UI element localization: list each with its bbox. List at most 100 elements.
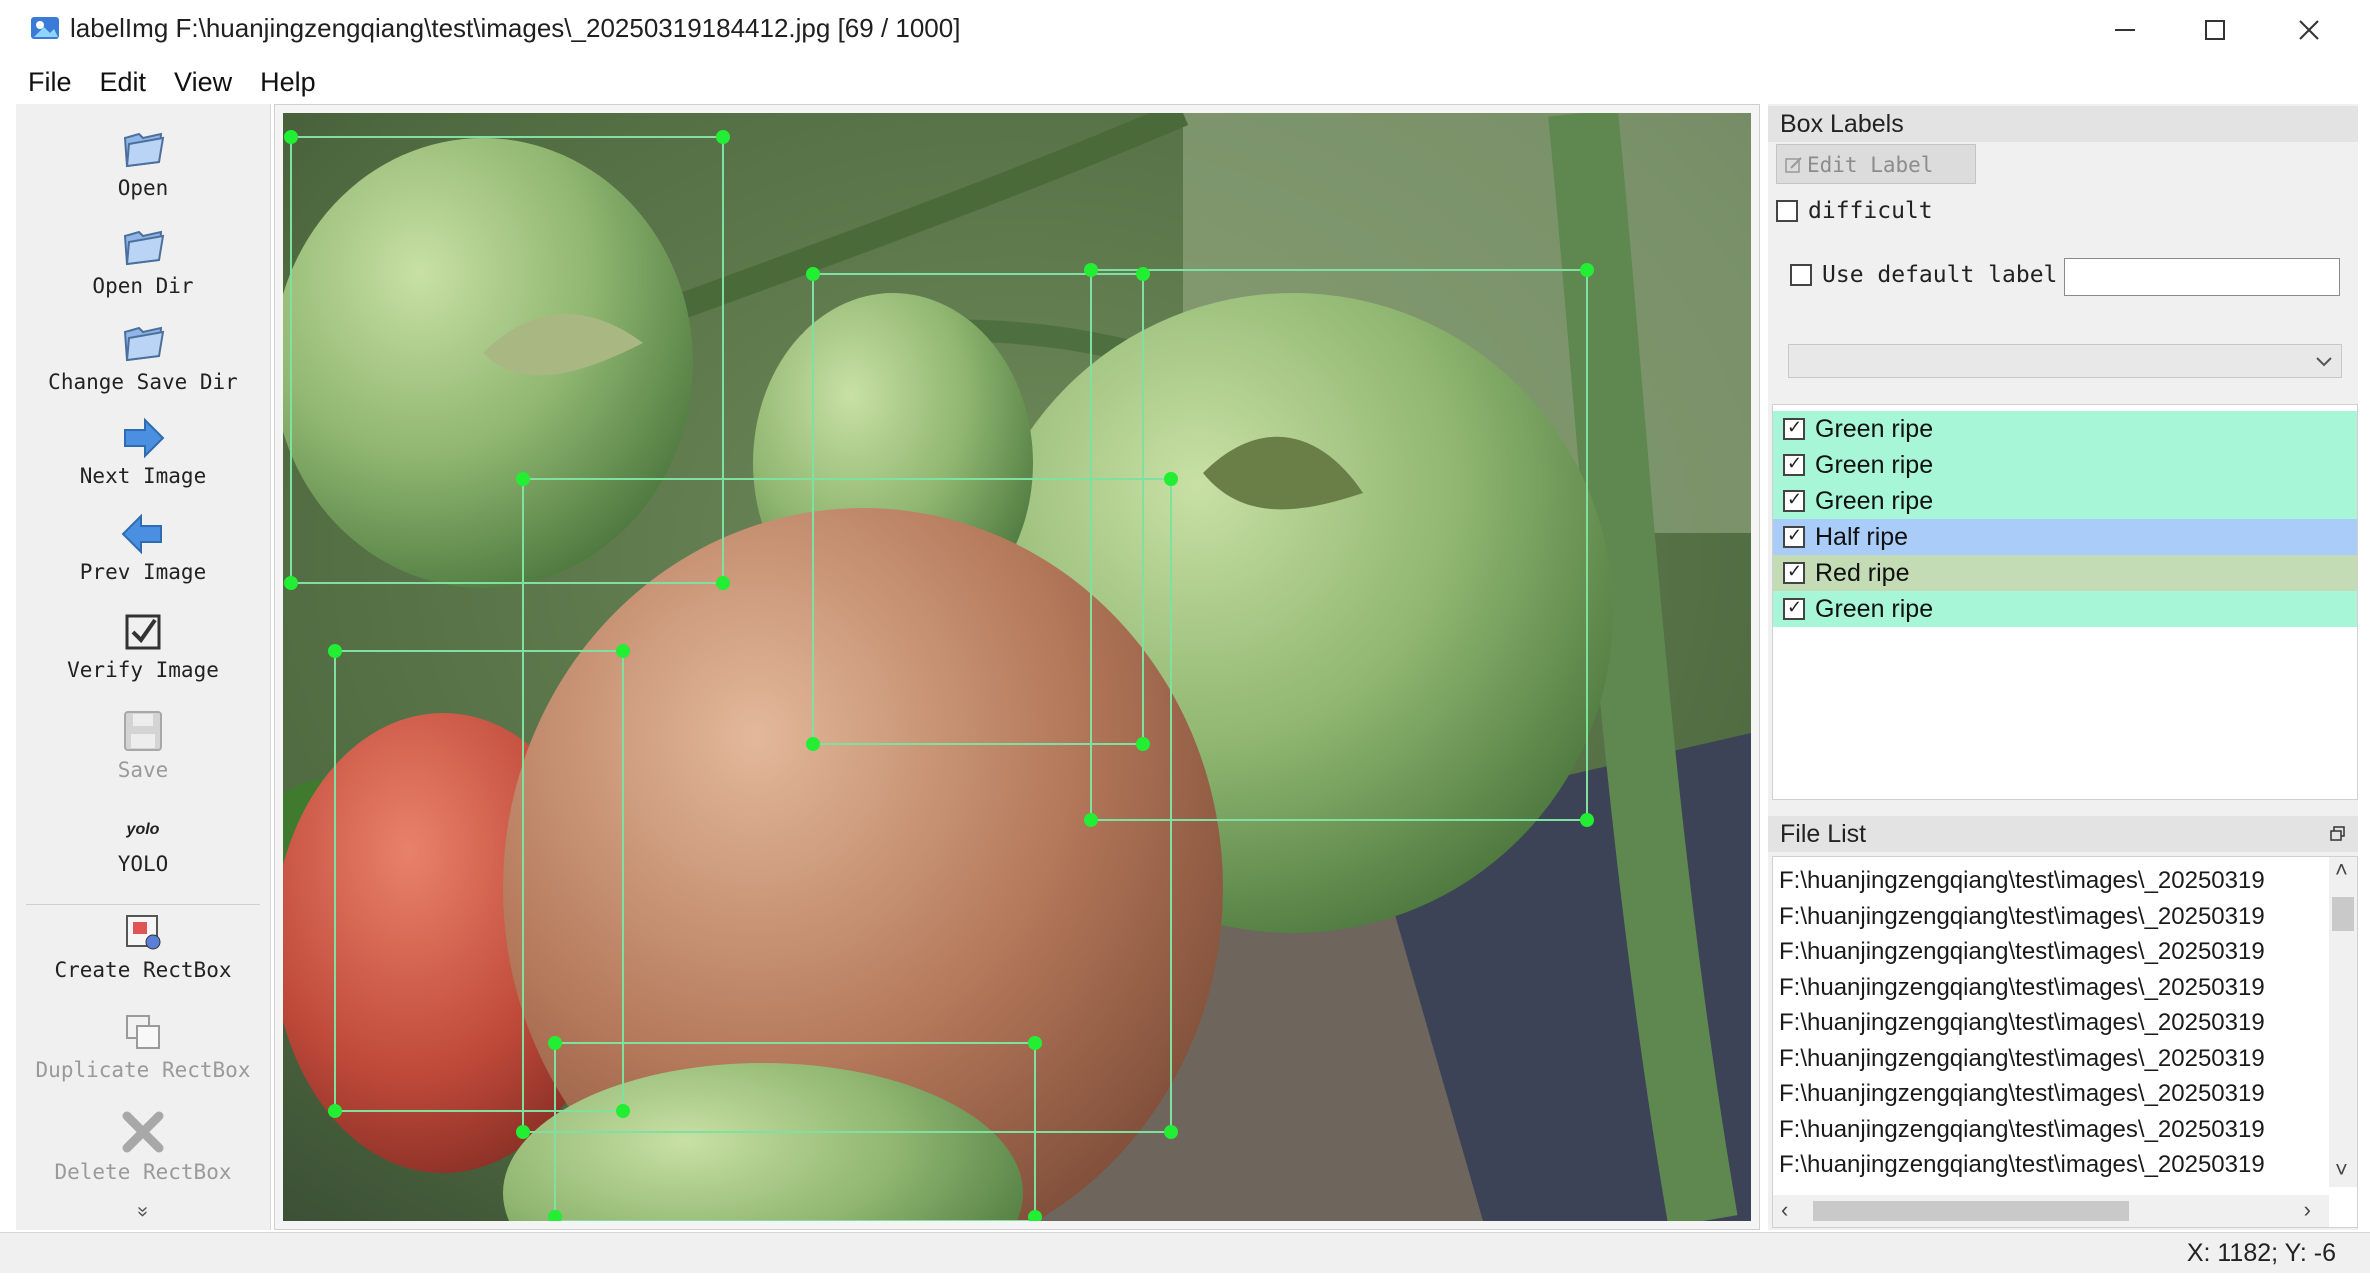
folder-icon [123,132,165,168]
next-image-label: Next Image [79,464,207,488]
horizontal-scroll-thumb[interactable] [1813,1201,2129,1221]
change-save-dir-button[interactable]: Change Save Dir [16,318,270,394]
file-list-item[interactable]: F:\huanjingzengqiang\test\images\_202503… [1779,1151,2265,1179]
folder-icon [123,326,165,362]
prev-image-button[interactable]: Prev Image [16,512,270,584]
folder-icon [123,230,165,266]
check-icon: ✓ [1787,597,1803,617]
menu-edit[interactable]: Edit [100,67,147,98]
close-button[interactable] [2264,6,2354,54]
label-visibility-checkbox[interactable]: ✓ [1783,525,1805,548]
label-visibility-checkbox[interactable]: ✓ [1783,597,1805,620]
file-list-title: File List [1768,816,2358,852]
window-title: labelImg F:\huanjingzengqiang\test\image… [70,13,961,43]
prev-image-label: Prev Image [79,560,207,584]
yolo-label: YOLO [117,852,169,876]
verify-image-button[interactable]: Verify Image [16,610,270,682]
menu-help[interactable]: Help [260,67,316,98]
check-icon: ✓ [1787,453,1803,473]
duplicate-rectbox-button[interactable]: Duplicate RectBox [16,1010,270,1082]
duplicate-rectbox-label: Duplicate RectBox [35,1058,251,1082]
app-icon [31,17,59,39]
menu-file[interactable]: File [28,67,72,98]
file-list-item[interactable]: F:\huanjingzengqiang\test\images\_202503… [1779,1080,2265,1108]
open-dir-label: Open Dir [92,274,194,298]
tomato-photo [283,113,1751,1221]
title-bar: labelImg F:\huanjingzengqiang\test\image… [0,0,2370,60]
next-image-button[interactable]: Next Image [16,416,270,488]
label-list-item[interactable]: ✓ Red ripe [1773,555,2357,591]
vertical-scrollbar[interactable]: ˄ ˅ [2329,857,2357,1187]
delete-rectbox-button[interactable]: Delete RectBox [16,1108,270,1184]
chevron-down-icon [2316,357,2332,367]
delete-icon [122,1111,164,1153]
create-rectbox-button[interactable]: Create RectBox [16,910,270,982]
open-button[interactable]: Open [16,124,270,200]
chevron-right-icon[interactable]: › [2304,1197,2311,1223]
label-combo-box[interactable] [1788,344,2342,378]
difficult-label: difficult [1808,198,1933,224]
minimize-icon [2115,29,2135,31]
chevron-up-icon[interactable]: ˄ [2335,857,2348,883]
check-icon: ✓ [1787,525,1803,545]
vertical-scroll-thumb[interactable] [2332,897,2354,931]
create-rect-icon [126,915,161,950]
image-canvas[interactable] [274,104,1760,1230]
create-rectbox-label: Create RectBox [54,958,232,982]
label-list-item[interactable]: ✓ Green ripe [1773,411,2357,447]
yolo-format-button[interactable]: yolo YOLO [16,812,270,876]
file-list-item[interactable]: F:\huanjingzengqiang\test\images\_202503… [1779,867,2265,895]
label-visibility-checkbox[interactable]: ✓ [1783,417,1805,440]
right-dock: Box Labels Edit Label difficult Use defa… [1768,104,2358,1230]
label-list-item[interactable]: ✓ Green ripe [1773,591,2357,627]
delete-rectbox-label: Delete RectBox [54,1160,232,1184]
undock-icon[interactable] [2330,826,2346,842]
maximize-icon [2205,20,2225,40]
file-list-item[interactable]: F:\huanjingzengqiang\test\images\_202503… [1779,1009,2265,1037]
chevron-down-icon: » [132,1205,155,1218]
edit-label-button[interactable]: Edit Label [1776,144,1976,184]
difficult-checkbox[interactable] [1776,200,1798,222]
label-list-item-text: Green ripe [1815,595,1934,623]
label-list-item[interactable]: ✓ Half ripe [1773,519,2357,555]
file-list-item[interactable]: F:\huanjingzengqiang\test\images\_202503… [1779,1116,2265,1144]
horizontal-scrollbar[interactable]: ‹ › [1773,1195,2329,1227]
toolbar-more-button[interactable]: » [16,1200,270,1223]
label-visibility-checkbox[interactable]: ✓ [1783,561,1805,584]
label-list-item-text: Green ripe [1815,487,1934,515]
check-icon: ✓ [1787,417,1803,437]
menu-view[interactable]: View [174,67,232,98]
save-label: Save [117,758,169,782]
open-dir-button[interactable]: Open Dir [16,222,270,298]
box-labels-title: Box Labels [1768,106,2358,142]
label-list: ✓ Green ripe ✓ Green ripe ✓ Green ripe ✓ Half r… [1772,404,2358,800]
file-list-item[interactable]: F:\huanjingzengqiang\test\images\_202503… [1779,974,2265,1002]
status-bar: X: 1182; Y: -6 [0,1232,2370,1273]
use-default-label-checkbox[interactable] [1790,264,1812,286]
label-visibility-checkbox[interactable]: ✓ [1783,489,1805,512]
file-list-item[interactable]: F:\huanjingzengqiang\test\images\_202503… [1779,903,2265,931]
cursor-coordinates: X: 1182; Y: -6 [2186,1239,2336,1267]
arrow-right-icon [124,417,165,459]
save-button[interactable]: Save [16,708,270,782]
label-list-item[interactable]: ✓ Green ripe [1773,483,2357,519]
verify-image-label: Verify Image [67,658,219,682]
change-save-dir-label: Change Save Dir [48,370,238,394]
minimize-button[interactable] [2080,6,2170,54]
menu-bar: File Edit View Help [0,60,2370,104]
label-list-item-text: Green ripe [1815,451,1934,479]
edit-icon [1785,157,1802,173]
label-list-item-text: Green ripe [1815,415,1934,443]
label-list-item[interactable]: ✓ Green ripe [1773,447,2357,483]
file-list-item[interactable]: F:\huanjingzengqiang\test\images\_202503… [1779,938,2265,966]
file-list-item[interactable]: F:\huanjingzengqiang\test\images\_202503… [1779,1045,2265,1073]
open-label: Open [117,176,169,200]
chevron-left-icon[interactable]: ‹ [1781,1197,1788,1223]
check-icon: ✓ [1787,489,1803,509]
chevron-down-icon[interactable]: ˅ [2335,1157,2348,1183]
tool-bar: Open Open Dir Change Save Dir Next Image… [16,104,271,1230]
file-list: F:\huanjingzengqiang\test\images\_202503… [1772,856,2358,1228]
maximize-button[interactable] [2170,6,2260,54]
default-label-input[interactable] [2064,258,2340,296]
label-visibility-checkbox[interactable]: ✓ [1783,453,1805,476]
